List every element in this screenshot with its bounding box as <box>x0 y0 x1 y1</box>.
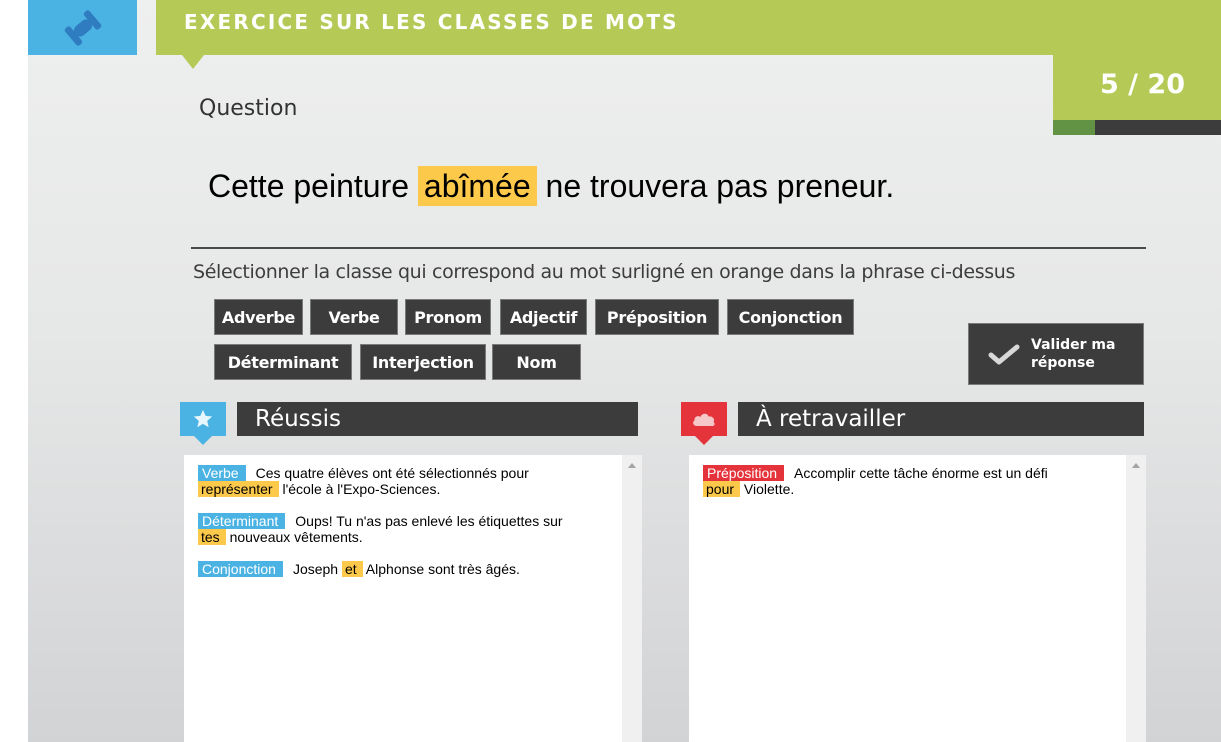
scroll-up-arrow-icon[interactable] <box>628 463 636 468</box>
validate-answer-button[interactable]: Valider ma réponse <box>968 323 1144 385</box>
list-item: Préposition Accomplir cette tâche énorme … <box>703 465 1114 497</box>
success-list-panel[interactable]: Verbe Ces quatre élèves ont été sélection… <box>184 455 642 742</box>
question-label: Question <box>199 96 298 121</box>
highlighted-word: abîmée <box>417 166 537 206</box>
choice-conjonction[interactable]: Conjonction <box>727 299 854 335</box>
success-section-header: Réussis <box>237 402 638 436</box>
question-sentence: Cette peinture abîmée ne trouvera pas pr… <box>208 166 895 206</box>
word-class-tag: Déterminant <box>198 513 286 529</box>
question-counter: 5 / 20 <box>1099 69 1185 100</box>
choice-nom[interactable]: Nom <box>492 344 581 380</box>
rework-list-panel[interactable]: Préposition Accomplir cette tâche énorme … <box>689 455 1146 742</box>
exercise-icon-box <box>28 0 137 55</box>
choice-preposition[interactable]: Préposition <box>595 299 719 335</box>
rework-section-icon <box>681 402 727 445</box>
entry-text-after: Violette. <box>743 481 795 497</box>
scroll-up-arrow-icon[interactable] <box>1132 463 1140 468</box>
entry-text-after: nouveaux vêtements. <box>229 529 363 545</box>
divider <box>191 247 1146 249</box>
choice-adverbe[interactable]: Adverbe <box>214 299 303 335</box>
choice-determinant[interactable]: Déterminant <box>214 344 352 380</box>
instruction-text: Sélectionner la classe qui correspond au… <box>193 261 1016 283</box>
entry-text-before: Joseph <box>292 561 339 577</box>
success-list: Verbe Ces quatre élèves ont été sélection… <box>184 455 622 742</box>
choice-interjection[interactable]: Interjection <box>360 344 486 380</box>
validate-label-line1: Valider ma <box>1031 337 1116 353</box>
list-item: Verbe Ces quatre élèves ont été sélection… <box>198 465 610 497</box>
rework-scrollbar[interactable] <box>1126 455 1146 742</box>
entry-highlighted-word: représenter <box>198 481 279 497</box>
entry-highlighted-word: et <box>341 561 363 577</box>
cloud-icon <box>693 413 715 427</box>
choice-pronom[interactable]: Pronom <box>405 299 491 335</box>
question-counter-box: 5 / 20 <box>1053 55 1221 120</box>
word-class-tag: Verbe <box>198 465 246 481</box>
sentence-after: ne trouvera pas preneur. <box>545 168 895 204</box>
header-pointer <box>182 55 204 69</box>
entry-text-before: Oups! Tu n'as pas enlevé les étiquettes … <box>295 513 563 529</box>
header-bar: EXERCICE SUR LES CLASSES DE MOTS <box>156 0 1221 55</box>
success-section-icon <box>180 402 226 445</box>
star-icon <box>193 409 213 428</box>
checkmark-icon <box>979 342 1029 366</box>
validate-label: Valider ma réponse <box>1031 336 1131 372</box>
exercise-title: EXERCICE SUR LES CLASSES DE MOTS <box>184 10 679 34</box>
list-item: Déterminant Oups! Tu n'as pas enlevé les … <box>198 513 610 545</box>
success-scrollbar[interactable] <box>622 455 642 742</box>
progress-bar <box>1053 120 1221 135</box>
entry-text-before: Accomplir cette tâche énorme est un défi <box>794 465 1048 481</box>
list-item: Conjonction Joseph et Alphonse sont très … <box>198 561 610 577</box>
progress-fill <box>1053 120 1095 135</box>
choice-verbe[interactable]: Verbe <box>310 299 398 335</box>
entry-text-after: Alphonse sont très âgés. <box>365 561 520 577</box>
rework-list: Préposition Accomplir cette tâche énorme … <box>689 455 1126 742</box>
word-class-tag: Conjonction <box>198 561 283 577</box>
choice-adjectif[interactable]: Adjectif <box>500 299 587 335</box>
rework-section-title: À retravailler <box>756 406 906 432</box>
dumbbell-icon <box>64 9 101 46</box>
entry-highlighted-word: pour <box>703 481 741 497</box>
entry-text-after: l'école à l'Expo-Sciences. <box>282 481 441 497</box>
validate-label-line2: réponse <box>1031 355 1095 371</box>
sentence-before: Cette peinture <box>208 168 410 204</box>
word-class-tag: Préposition <box>703 465 785 481</box>
entry-highlighted-word: tes <box>198 529 226 545</box>
success-section-title: Réussis <box>255 406 342 432</box>
entry-text-before: Ces quatre élèves ont été sélectionnés p… <box>255 465 529 481</box>
rework-section-header: À retravailler <box>738 402 1144 436</box>
